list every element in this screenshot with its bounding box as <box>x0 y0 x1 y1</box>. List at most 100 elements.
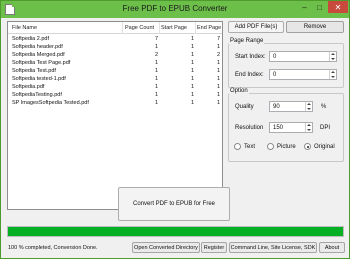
quality-label: Quality <box>235 104 254 110</box>
radio-checked-icon <box>304 143 311 150</box>
file-name-cell: Softpedia header.pdf <box>12 44 63 50</box>
table-row[interactable]: Softpedia 2.pdf 7 1 7 <box>8 35 222 43</box>
radio-unchecked-icon <box>267 143 274 150</box>
page-count-cell: 2 <box>154 52 158 58</box>
column-header-start-page[interactable]: Start Page <box>161 25 187 31</box>
file-name-cell: Softpedia Test Page.pdf <box>12 60 71 66</box>
page-count-cell: 1 <box>154 92 158 98</box>
file-name-cell: Softpedia 2.pdf <box>12 36 50 42</box>
command-line-button[interactable]: Command Line, Site License, SDK <box>229 242 317 253</box>
option-label: Option <box>229 88 249 94</box>
resolution-unit: DPI <box>320 125 331 131</box>
table-row[interactable]: Softpedia Test.pdf 1 1 1 <box>8 67 222 75</box>
end-index-value: 0 <box>273 72 277 78</box>
table-row[interactable]: Softpedia Merged.pdf 2 1 2 <box>8 51 222 59</box>
picture-mode-label: Picture <box>277 143 296 150</box>
table-row[interactable]: Softpedia header.pdf 1 1 1 <box>8 43 222 51</box>
text-mode-label: Text <box>244 143 256 150</box>
end-page-cell: 2 <box>216 52 220 58</box>
spinner-arrows-icon[interactable] <box>329 70 336 79</box>
remove-button[interactable]: Remove <box>286 21 344 33</box>
start-page-cell: 1 <box>190 60 194 66</box>
file-list[interactable]: File Name Page Count Start Page End Page… <box>7 21 223 210</box>
end-page-cell: 1 <box>216 68 220 74</box>
spinner-arrows-icon[interactable] <box>305 123 312 132</box>
picture-mode-radio[interactable]: Picture <box>267 143 296 150</box>
convert-button[interactable]: Convert PDF to EPUB for Free <box>118 187 230 221</box>
resolution-label: Resolution <box>235 125 264 131</box>
end-index-spinner[interactable]: 0 <box>269 69 337 80</box>
about-button[interactable]: About <box>319 242 345 253</box>
original-mode-radio[interactable]: Original <box>304 143 335 150</box>
page-count-cell: 1 <box>154 68 158 74</box>
title-bar[interactable]: Free PDF to EPUB Converter – □ ✕ <box>1 1 349 18</box>
file-name-cell: Softpedia Merged.pdf <box>12 52 65 58</box>
add-pdf-files-button[interactable]: Add PDF File(s) <box>228 21 284 33</box>
end-page-cell: 1 <box>216 100 220 106</box>
start-page-cell: 1 <box>190 92 194 98</box>
file-name-cell: Softpedia Test.pdf <box>12 68 56 74</box>
column-header-end-page[interactable]: End Page <box>197 25 221 31</box>
text-mode-radio[interactable]: Text <box>234 143 255 150</box>
progress-fill <box>8 227 343 236</box>
page-range-label: Page Range <box>229 38 265 44</box>
table-row[interactable]: Softpedia tested-1.pdf 1 1 1 <box>8 75 222 83</box>
quality-value: 90 <box>273 104 280 110</box>
end-page-cell: 1 <box>216 60 220 66</box>
spinner-arrows-icon[interactable] <box>305 102 312 111</box>
column-divider <box>159 22 160 34</box>
spinner-arrows-icon[interactable] <box>329 52 336 61</box>
end-page-cell: 1 <box>216 76 220 82</box>
file-list-header: File Name Page Count Start Page End Page <box>8 22 222 34</box>
minimize-button[interactable]: – <box>297 1 312 13</box>
resolution-spinner[interactable]: 150 <box>269 122 313 133</box>
start-index-spinner[interactable]: 0 <box>269 51 337 62</box>
start-index-value: 0 <box>273 54 277 60</box>
table-row[interactable]: SoftpediaTesting.pdf 1 1 1 <box>8 91 222 99</box>
table-row[interactable]: Softpedia Test Page.pdf 1 1 1 <box>8 59 222 67</box>
end-page-cell: 1 <box>216 44 220 50</box>
file-name-cell: SP ImagesSoftpedia Tested.pdf <box>12 100 89 106</box>
page-count-cell: 1 <box>154 100 158 106</box>
quality-spinner[interactable]: 90 <box>269 101 313 112</box>
start-page-cell: 1 <box>190 84 194 90</box>
status-bar: 100 % completed, Conversion Done. Open C… <box>1 240 349 258</box>
file-name-cell: Softpedia.pdf <box>12 84 45 90</box>
start-page-cell: 1 <box>190 44 194 50</box>
page-count-cell: 7 <box>154 36 158 42</box>
page-count-cell: 1 <box>154 60 158 66</box>
end-page-cell: 7 <box>216 36 220 42</box>
page-range-group <box>228 43 344 88</box>
register-button[interactable]: Register <box>201 242 227 253</box>
start-page-cell: 1 <box>190 76 194 82</box>
maximize-button[interactable]: □ <box>312 1 327 13</box>
quality-unit: % <box>321 104 327 110</box>
page-count-cell: 1 <box>154 84 158 90</box>
file-name-cell: Softpedia tested-1.pdf <box>12 76 66 82</box>
status-text: 100 % completed, Conversion Done. <box>8 245 98 251</box>
page-count-cell: 1 <box>154 76 158 82</box>
column-header-file-name[interactable]: File Name <box>12 25 37 31</box>
radio-unchecked-icon <box>234 143 241 150</box>
start-page-cell: 1 <box>190 52 194 58</box>
close-button[interactable]: ✕ <box>328 1 348 13</box>
resolution-value: 150 <box>273 125 284 131</box>
app-window: Free PDF to EPUB Converter – □ ✕ File Na… <box>0 0 350 259</box>
column-divider <box>122 22 123 34</box>
end-page-cell: 1 <box>216 84 220 90</box>
file-name-cell: SoftpediaTesting.pdf <box>12 92 62 98</box>
table-row[interactable]: SP ImagesSoftpedia Tested.pdf 1 1 1 <box>8 99 222 107</box>
start-page-cell: 1 <box>190 36 194 42</box>
end-page-cell: 1 <box>216 92 220 98</box>
start-page-cell: 1 <box>190 68 194 74</box>
page-count-cell: 1 <box>154 44 158 50</box>
table-row[interactable]: Softpedia.pdf 1 1 1 <box>8 83 222 91</box>
column-divider <box>195 22 196 34</box>
progress-bar <box>7 226 344 237</box>
start-page-cell: 1 <box>190 100 194 106</box>
start-index-label: Start Index: <box>235 54 266 60</box>
open-converted-directory-button[interactable]: Open Converted Directory <box>132 242 200 253</box>
end-index-label: End Index: <box>235 72 264 78</box>
column-header-page-count[interactable]: Page Count <box>125 25 154 31</box>
original-mode-label: Original <box>314 143 335 150</box>
